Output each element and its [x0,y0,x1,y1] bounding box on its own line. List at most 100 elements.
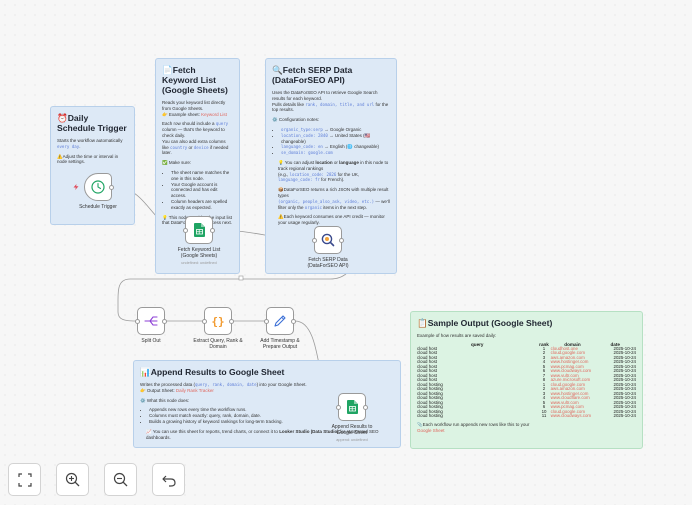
workflow-canvas[interactable]: ⏰Daily Schedule Trigger Starts the workf… [0,0,692,505]
cell-query: cloud hosting [417,413,443,419]
note-list: The sheet name matches the one in this n… [162,170,233,211]
text: 📈 You can use this sheet for reports, tr… [146,428,280,434]
input-port[interactable] [202,318,207,324]
append-results-box[interactable] [336,393,368,421]
note-text: Uses the DataForSEO API to retrieve Goog… [272,90,390,113]
code-text: language_code: en [281,144,323,150]
text: . [79,143,81,149]
text: 👉 Output Sheet: [140,387,176,393]
output-port[interactable] [229,318,234,324]
daily-rank-tracker-link[interactable]: Daily Rank Tracker [176,388,214,393]
text: language [339,159,359,165]
code-text: location_code: 2840 [281,132,328,138]
text: items in the next step. [322,204,368,210]
note-sample-output[interactable]: 📋Sample Output (Google Sheet) Example of… [410,311,643,449]
text: Writes the processed data ( [140,382,195,387]
text: → English (🌐 changeable) [322,144,380,150]
note-text: ⚠️Adjust the time or interval in node se… [57,153,119,165]
note-list: organic_type:serp → Google Organic locat… [272,127,390,156]
note-title: ⏰Daily Schedule Trigger [57,113,127,133]
code-braces-icon: {} [211,315,224,328]
input-port[interactable] [183,227,188,233]
note-text: Each row should include a query column —… [162,121,233,156]
undo-icon [161,475,176,487]
fetch-keyword-list-box[interactable] [183,216,215,244]
trigger-bolt-icon [73,184,79,190]
output-port[interactable] [291,318,296,324]
text: Reads your keyword list directly from Go… [162,100,226,111]
node-label: Schedule Trigger [79,204,117,210]
node-label: Append Results to Google Sheet [331,424,373,436]
output-port[interactable] [339,237,344,243]
split-out-box[interactable] [135,307,167,335]
cell-domain: www.cloudways.com [550,413,592,419]
zoom-out-button[interactable] [104,463,137,496]
sample-output-table: query rank domain date cloud host 1 cloudh… [417,342,636,419]
output-port[interactable] [363,404,368,410]
clock-icon [91,180,105,194]
google-sheets-icon [193,223,205,237]
code-text: device [193,144,209,150]
zoom-in-button[interactable] [56,463,89,496]
connection-handle [238,275,244,281]
node-label: Fetch SERP Data (DataForSEO API) [307,257,349,269]
list-item: Your Google account is connected and has… [171,182,233,199]
text: 👉 Example sheet: [162,111,202,117]
input-port[interactable] [264,318,269,324]
schedule-trigger-box[interactable] [84,173,114,201]
text: Pulls details like [272,101,306,107]
note-text: Reads your keyword list directly from Go… [162,100,233,117]
zoom-in-icon [65,472,80,487]
note-text: ⚙️ Configuration notes: [272,117,320,123]
list-item: The sheet name matches the one in this n… [171,170,233,182]
add-timestamp-box[interactable] [264,307,296,335]
note-title: 📋Sample Output (Google Sheet) [417,318,553,328]
code-text: organic [304,204,323,210]
list-item: location_code: 2840 → United States (🇺🇸 … [281,133,390,145]
note-text: Example of how results are saved daily: [417,333,497,338]
undo-button[interactable] [152,463,185,496]
split-icon [144,316,158,326]
code-text: country [170,144,188,150]
input-port[interactable] [336,404,341,410]
code-text: (organic, people_also_ask, video, etc.) [278,198,375,204]
note-text: Writes the processed data (query, rank, … [140,382,394,394]
text: for the UK, [336,171,360,177]
note-text: 📎Each workflow run appends new rows like… [417,422,636,434]
text: (e.g., [278,171,290,177]
code-text: query [215,121,229,127]
code-text: location_code: 2826 [289,171,337,177]
output-port[interactable] [210,227,215,233]
output-port[interactable] [162,318,167,324]
list-item: Column headers are spelled exactly as ex… [171,199,233,211]
node-label: Fetch Keyword List (Google Sheets) [177,247,221,259]
code-text: every day [57,143,80,149]
note-text: 💡 You can adjust location or language in… [272,160,390,183]
node-subtitle: undefined: undefined [181,261,217,265]
google-sheet-link[interactable]: Google Sheet [417,428,445,433]
fetch-serp-data-box[interactable] [312,226,344,254]
text: 📎Each workflow run appends new rows like… [417,421,530,427]
extract-box[interactable]: {} [202,307,234,335]
note-text: 📦DataForSEO returns a rich JSON with mul… [272,187,390,210]
output-port[interactable] [109,184,114,190]
table-body: cloud host 1 cloudhost.one 2025-10-24 cloud … [417,346,636,419]
zoom-out-icon [113,472,128,487]
input-port[interactable] [135,318,140,324]
input-port[interactable] [312,237,317,243]
note-title: 🔍Fetch SERP Data (DataForSEO API) [272,65,353,85]
note-title: 📊Append Results to Google Sheet [140,367,285,377]
code-text: language_code: fr [278,177,320,183]
list-item: se_domain: google.com [281,150,390,156]
node-subtitle: append: undefined [336,438,368,442]
fit-view-button[interactable] [8,463,41,496]
note-text: ✅ Make sure: [162,160,192,166]
google-sheets-icon [346,400,358,414]
note-text: ⚠️Each keyword consumes one API credit —… [278,214,385,226]
fit-view-icon [17,472,32,487]
dataforseo-icon [321,233,335,247]
text: Uses the DataForSEO API to retrieve Goog… [272,90,378,101]
keyword-list-link[interactable]: Keyword List [201,112,227,117]
note-text: Starts the workflow automatically every … [57,138,128,150]
text: Starts the workflow automatically [57,138,123,143]
